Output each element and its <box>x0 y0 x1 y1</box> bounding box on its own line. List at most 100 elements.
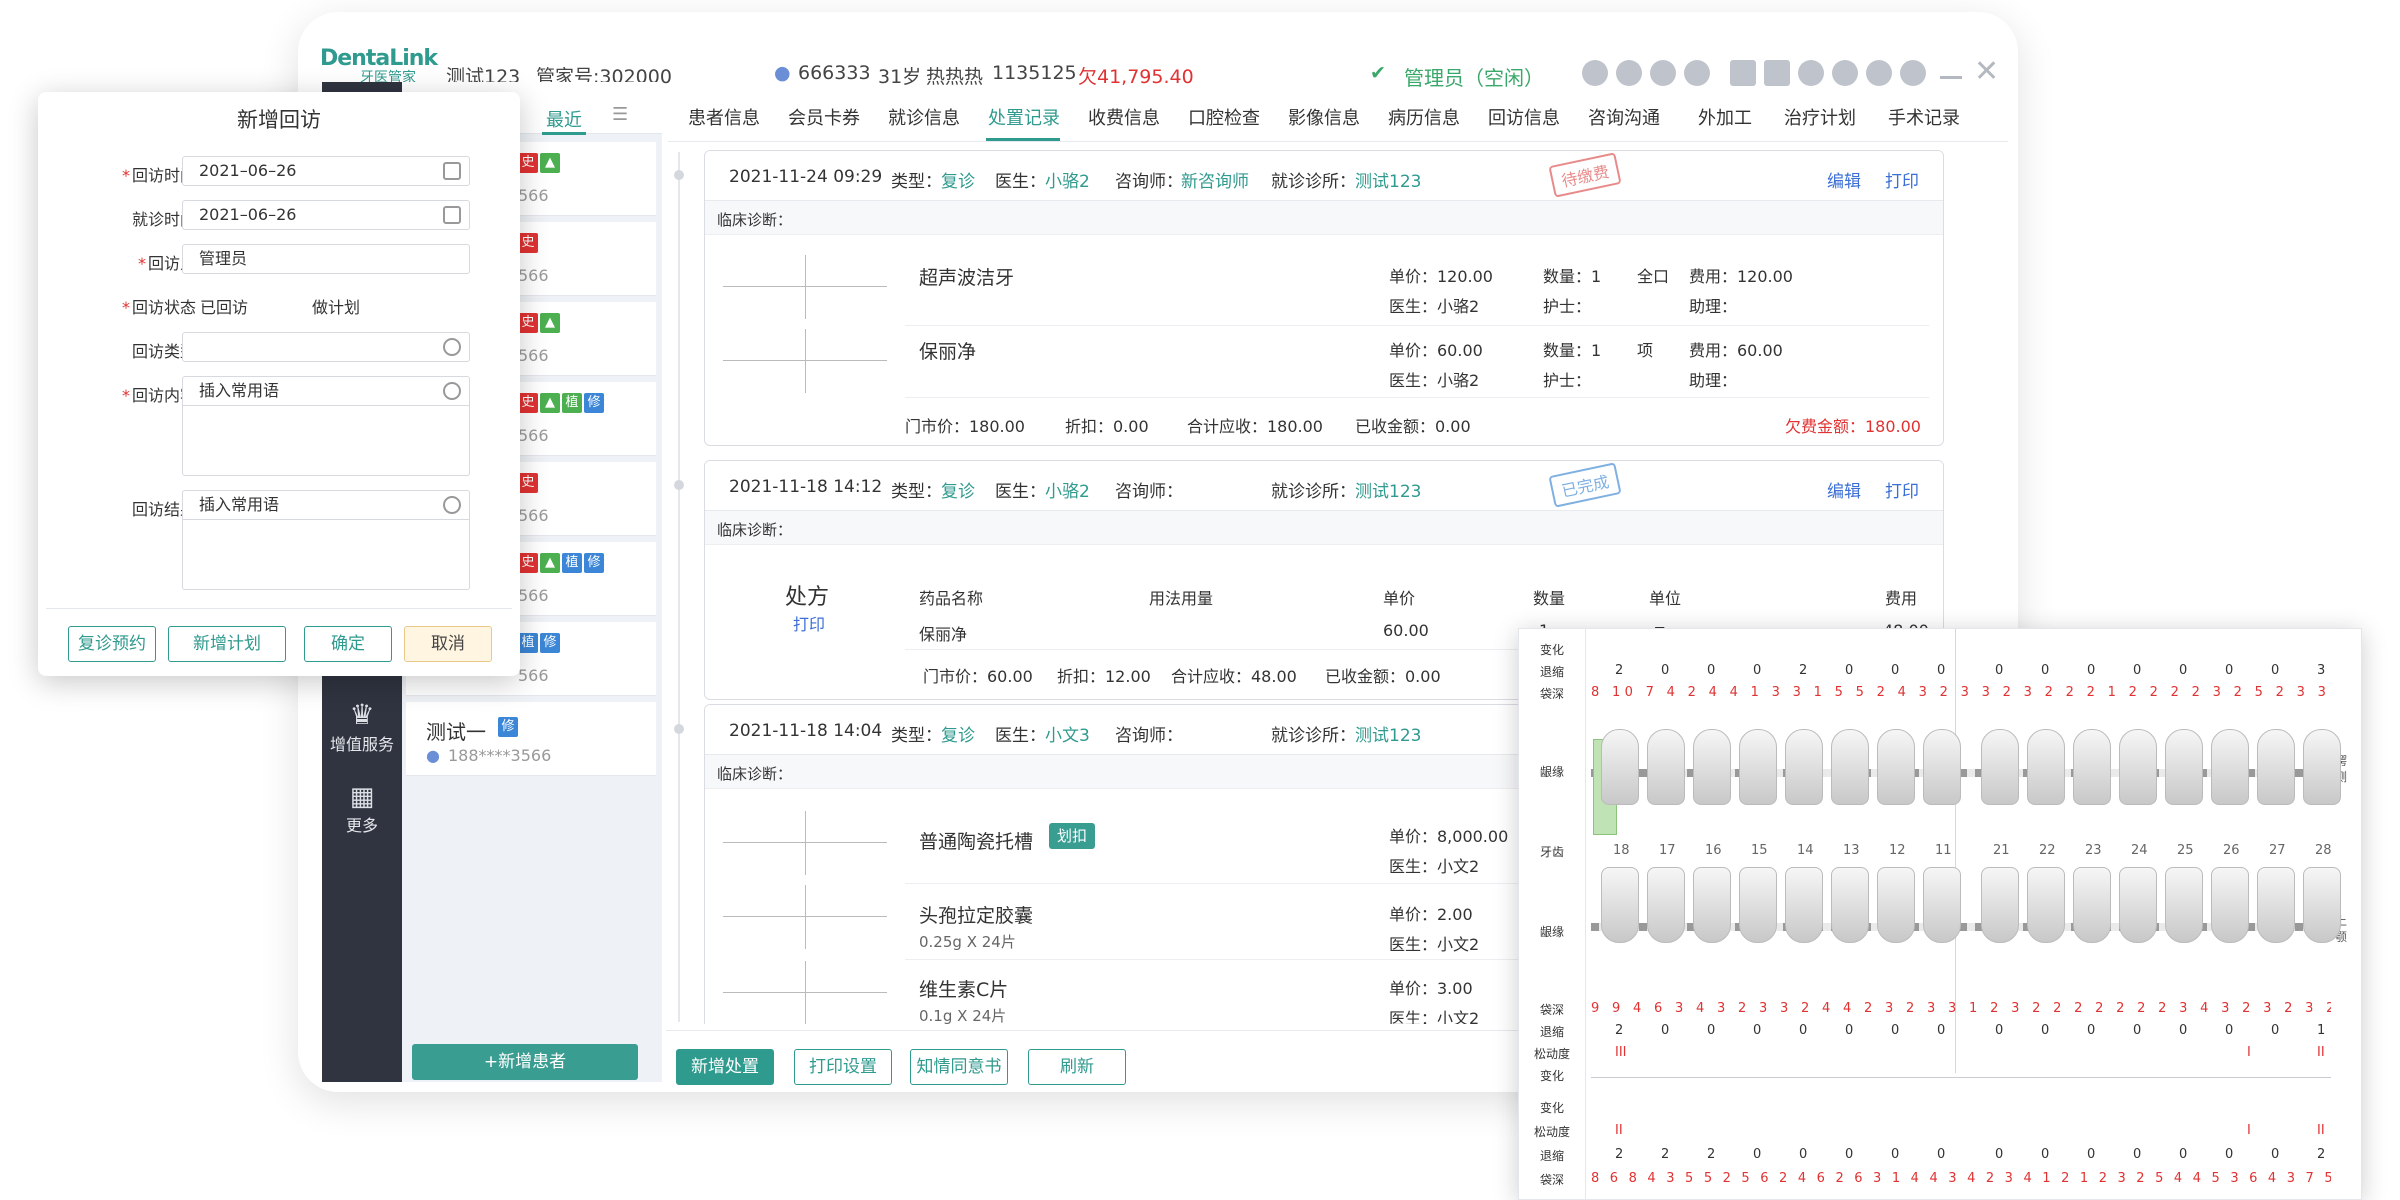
calendar-icon[interactable] <box>443 162 461 180</box>
tab-follow-up[interactable]: 回访信息 <box>1488 104 1560 130</box>
content-textarea[interactable] <box>182 406 470 476</box>
sidebar-item-value-added[interactable]: ♛ 增值服务 <box>322 698 402 755</box>
status-option-visited[interactable]: 已回访 <box>200 294 248 318</box>
tooth-lower[interactable] <box>1923 867 1961 943</box>
visit-time-input[interactable]: 2021–06–26 <box>182 156 470 186</box>
tab-medical-records[interactable]: 病历信息 <box>1388 104 1460 130</box>
tab-consultation[interactable]: 咨询沟通 <box>1588 104 1660 130</box>
gear-icon[interactable] <box>443 382 461 400</box>
tooth-upper[interactable] <box>1877 729 1915 805</box>
print-settings-button[interactable]: 打印设置 <box>794 1049 892 1085</box>
calendar-icon[interactable] <box>443 206 461 224</box>
filter-recent[interactable]: 最近 <box>546 106 582 132</box>
print-link[interactable]: 打印 <box>1885 167 1919 192</box>
tooth-upper[interactable] <box>1981 729 2019 805</box>
tooth-lower[interactable] <box>1739 867 1777 943</box>
tooth-lower[interactable] <box>1647 867 1685 943</box>
cancel-button[interactable]: 取消 <box>404 626 492 662</box>
gear-icon[interactable] <box>443 496 461 514</box>
tooth-lower[interactable] <box>1693 867 1731 943</box>
content-phrase-input[interactable]: 插入常用语 <box>182 376 470 406</box>
tab-oral-exam[interactable]: 口腔检查 <box>1188 104 1260 130</box>
recession-value: 3 <box>2317 663 2326 678</box>
tooth-lower[interactable] <box>1785 867 1823 943</box>
item-doctor: 医生：小骆2 <box>1389 371 1480 390</box>
tooth-upper[interactable] <box>2211 729 2249 805</box>
tab-treatment-plan[interactable]: 治疗计划 <box>1784 104 1856 130</box>
tab-visit-info[interactable]: 就诊信息 <box>888 104 960 130</box>
edit-link[interactable]: 编辑 <box>1827 167 1861 192</box>
tooth-upper[interactable] <box>1601 729 1639 805</box>
tooth-upper[interactable] <box>1785 729 1823 805</box>
refresh-button[interactable]: 刷新 <box>1028 1049 1126 1085</box>
tooth-upper[interactable] <box>1647 729 1685 805</box>
divider <box>905 397 1929 398</box>
add-treatment-button[interactable]: 新增处置 <box>676 1049 774 1085</box>
type-select[interactable] <box>182 332 470 362</box>
timeline <box>678 152 680 1022</box>
tooth-upper[interactable] <box>1693 729 1731 805</box>
edit-link[interactable]: 编辑 <box>1827 477 1861 502</box>
tooth-lower[interactable] <box>2073 867 2111 943</box>
tooth-lower[interactable] <box>2303 867 2341 943</box>
tab-charges[interactable]: 收费信息 <box>1088 104 1160 130</box>
record-header: 2021-11-24 09:29 类型： 复诊 医生： 小骆2 咨询师： 新咨询… <box>705 151 1943 201</box>
logo: DentaLink 牙医管家 <box>320 46 438 87</box>
tab-treatment-records[interactable]: 处置记录 <box>988 104 1060 130</box>
tooth-lower[interactable] <box>2027 867 2065 943</box>
record-doctor: 小骆2 <box>1045 482 1090 502</box>
tab-imaging[interactable]: 影像信息 <box>1288 104 1360 130</box>
result-phrase-input[interactable]: 插入常用语 <box>182 490 470 520</box>
result-textarea[interactable] <box>182 520 470 590</box>
list-item[interactable]: 测试一 修 188****3566 ● <box>406 702 656 776</box>
minimize-icon[interactable] <box>1940 76 1962 79</box>
record-doctor: 小文3 <box>1045 726 1090 746</box>
tooth-upper[interactable] <box>2165 729 2203 805</box>
item-nurse: 护士： <box>1543 371 1592 390</box>
prescription-title: 处方 <box>785 585 830 610</box>
status-stamp: 待缴费 <box>1548 152 1622 198</box>
sidebar-item-more[interactable]: ▦ 更多 <box>322 782 402 836</box>
consent-form-button[interactable]: 知情同意书 <box>910 1049 1008 1085</box>
confirm-button[interactable]: 确定 <box>304 626 392 662</box>
row-label-depth: 袋深 <box>1539 687 1564 701</box>
collapse-icon[interactable]: ☰ <box>612 104 628 125</box>
gear-icon[interactable] <box>443 338 461 356</box>
repair-badge: 修 <box>584 552 604 573</box>
tooth-upper[interactable] <box>2257 729 2295 805</box>
rx-header-fee: 费用 <box>1885 589 1918 608</box>
tooth-upper[interactable] <box>2119 729 2157 805</box>
tab-patient-info[interactable]: 患者信息 <box>688 104 760 130</box>
revisit-appointment-button[interactable]: 复诊预约 <box>68 626 156 662</box>
tooth-lower[interactable] <box>1831 867 1869 943</box>
tooth-upper[interactable] <box>2303 729 2341 805</box>
visitor-input[interactable]: 管理员 <box>182 244 470 274</box>
tooth-lower[interactable] <box>2211 867 2249 943</box>
tooth-upper[interactable] <box>2027 729 2065 805</box>
recession-value: 0 <box>1845 663 1854 678</box>
tooth-upper[interactable] <box>1923 729 1961 805</box>
tooth-lower[interactable] <box>1877 867 1915 943</box>
status-option-plan[interactable]: 做计划 <box>312 294 360 318</box>
tab-outsourcing[interactable]: 外加工 <box>1698 104 1752 130</box>
add-plan-button[interactable]: 新增计划 <box>168 626 286 662</box>
record-datetime: 2021-11-18 14:12 <box>729 477 883 497</box>
prescription-print-link[interactable]: 打印 <box>793 611 825 635</box>
tooth-upper[interactable] <box>2073 729 2111 805</box>
owed-amount: 欠费金额：180.00 <box>1785 417 1921 436</box>
tooth-lower[interactable] <box>2119 867 2157 943</box>
add-patient-button[interactable]: +新增患者 <box>412 1044 638 1080</box>
tooth-lower[interactable] <box>1981 867 2019 943</box>
tab-surgery-records[interactable]: 手术记录 <box>1888 104 1960 130</box>
print-link[interactable]: 打印 <box>1885 477 1919 502</box>
treat-time-input[interactable]: 2021–06–26 <box>182 200 470 230</box>
tab-membership[interactable]: 会员卡券 <box>788 104 860 130</box>
tooth-upper[interactable] <box>1831 729 1869 805</box>
check-icon: ✔ <box>1370 62 1386 84</box>
tooth-lower[interactable] <box>2165 867 2203 943</box>
tooth-lower[interactable] <box>2257 867 2295 943</box>
row-label-change: 变化 <box>1539 1069 1564 1083</box>
tooth-upper[interactable] <box>1739 729 1777 805</box>
tooth-lower[interactable] <box>1601 867 1639 943</box>
recession-value: 0 <box>2271 1147 2280 1162</box>
